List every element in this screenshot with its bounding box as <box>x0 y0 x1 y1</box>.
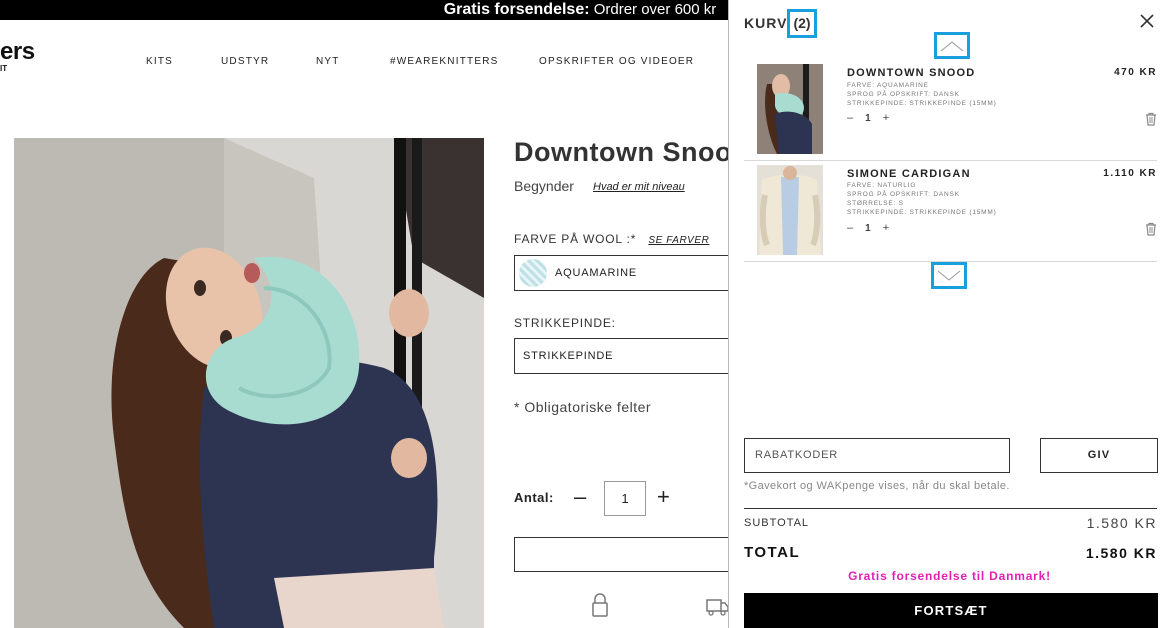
cart-item-name[interactable]: SIMONE CARDIGAN <box>847 168 971 180</box>
close-icon[interactable] <box>1139 13 1155 29</box>
trash-icon[interactable] <box>1144 112 1158 126</box>
subtotal-label: SUBTOTAL <box>744 517 810 529</box>
apply-coupon-button[interactable]: GIV <box>1040 438 1158 473</box>
free-shipping-note: Gratis forsendelse til Danmark! <box>848 569 1051 583</box>
product-level: Begynder <box>514 178 574 194</box>
logo-subtitle: IT <box>0 64 8 73</box>
cart-item-qty-value: 1 <box>865 112 871 124</box>
cart-item-color: FARVE: NATURLIG <box>847 182 917 189</box>
nav-item-opskrifter[interactable]: OPSKRIFTER OG VIDEOER <box>539 56 694 67</box>
cart-item-minus-button[interactable]: – <box>847 222 853 234</box>
cart-item-needle: STRIKKEPINDE: STRIKKEPINDE (15MM) <box>847 100 997 107</box>
needle-select[interactable]: STRIKKEPINDE <box>514 338 734 374</box>
chevron-down-icon <box>937 270 961 281</box>
cart-title: KURV <box>744 15 788 31</box>
level-help-link[interactable]: Hvad er mit niveau <box>593 181 685 193</box>
logo[interactable]: ers <box>0 38 35 66</box>
product-photo[interactable] <box>14 138 484 628</box>
add-to-cart-button[interactable] <box>514 537 734 572</box>
cart-item-plus-button[interactable]: + <box>883 222 889 234</box>
cart-item-details: FARVE: AQUAMARINE SPROG PÅ OPSKRIFT: DAN… <box>847 81 997 108</box>
quantity-plus-button[interactable]: + <box>657 486 670 508</box>
cart-item-price: 470 KR <box>1114 67 1157 78</box>
cart-item-name[interactable]: DOWNTOWN SNOOD <box>847 67 975 79</box>
color-swatch <box>519 259 547 287</box>
cart-item-language: SPROG PÅ OPSKRIFT: DANSK <box>847 191 960 198</box>
cart-item-image[interactable] <box>757 64 823 154</box>
cart-item-size: STØRRELSE: S <box>847 200 904 207</box>
cart-item-price: 1.110 KR <box>1103 168 1157 179</box>
cart-item-qty-value: 1 <box>865 222 871 234</box>
quantity-label: Antal: <box>514 490 554 505</box>
nav-item-kits[interactable]: KITS <box>146 56 173 67</box>
banner-text: Ordrer over 600 kr <box>589 1 717 18</box>
cart-item-divider <box>744 160 1157 161</box>
cart-item-quantity: – 1 + <box>847 222 889 234</box>
delivery-truck-icon <box>706 592 729 623</box>
cart-item-language: SPROG PÅ OPSKRIFT: DANSK <box>847 91 960 98</box>
checkout-button[interactable]: FORTSÆT <box>744 593 1158 628</box>
subtotal-value: 1.580 KR <box>1086 515 1157 531</box>
chevron-up-icon <box>940 40 964 51</box>
coupon-input[interactable]: RABATKODER <box>744 438 1010 473</box>
cart-item-quantity: – 1 + <box>847 112 889 124</box>
cart-item-plus-button[interactable]: + <box>883 112 889 124</box>
nav-item-udstyr[interactable]: UDSTYR <box>221 56 269 67</box>
required-fields-note: * Obligatoriske felter <box>514 399 652 415</box>
needle-select-value: STRIKKEPINDE <box>523 350 614 362</box>
cart-item-image[interactable] <box>757 165 823 255</box>
color-select[interactable]: AQUAMARINE <box>514 255 734 291</box>
total-label: TOTAL <box>744 544 801 561</box>
color-label: FARVE PÅ WOOL :* SE FARVER <box>514 232 709 246</box>
needle-label: STRIKKEPINDE: <box>514 316 616 330</box>
cart-item-details: FARVE: NATURLIG SPROG PÅ OPSKRIFT: DANSK… <box>847 181 997 217</box>
cart-count: (2) <box>787 9 817 38</box>
color-select-value: AQUAMARINE <box>555 267 637 279</box>
quantity-minus-button[interactable]: – <box>574 486 586 508</box>
giftcard-note: *Gavekort og WAKpenge vises, når du skal… <box>744 480 1010 492</box>
totals-divider <box>744 508 1157 509</box>
cart-item-color: FARVE: AQUAMARINE <box>847 82 929 89</box>
cart-item-minus-button[interactable]: – <box>847 112 853 124</box>
total-value: 1.580 KR <box>1085 545 1157 561</box>
scroll-up-button[interactable] <box>934 32 970 59</box>
lock-icon <box>590 592 610 623</box>
quantity-input[interactable]: 1 <box>604 481 646 516</box>
nav-item-weareknitters[interactable]: #WEAREKNITTERS <box>390 56 498 67</box>
banner-bold-text: Gratis forsendelse: <box>443 1 590 18</box>
cart-drawer: KURV (2) DOWNTOWN SNOOD 470 KR FARVE: AQ… <box>729 0 1160 628</box>
scroll-down-button[interactable] <box>931 262 967 289</box>
see-colors-link[interactable]: SE FARVER <box>648 235 709 246</box>
product-title: Downtown Snood <box>514 137 749 167</box>
cart-item-needle: STRIKKEPINDE: STRIKKEPINDE (15MM) <box>847 209 997 216</box>
trash-icon[interactable] <box>1144 222 1158 236</box>
nav-item-nyt[interactable]: NYT <box>316 56 340 67</box>
color-label-text: FARVE PÅ WOOL :* <box>514 232 637 246</box>
